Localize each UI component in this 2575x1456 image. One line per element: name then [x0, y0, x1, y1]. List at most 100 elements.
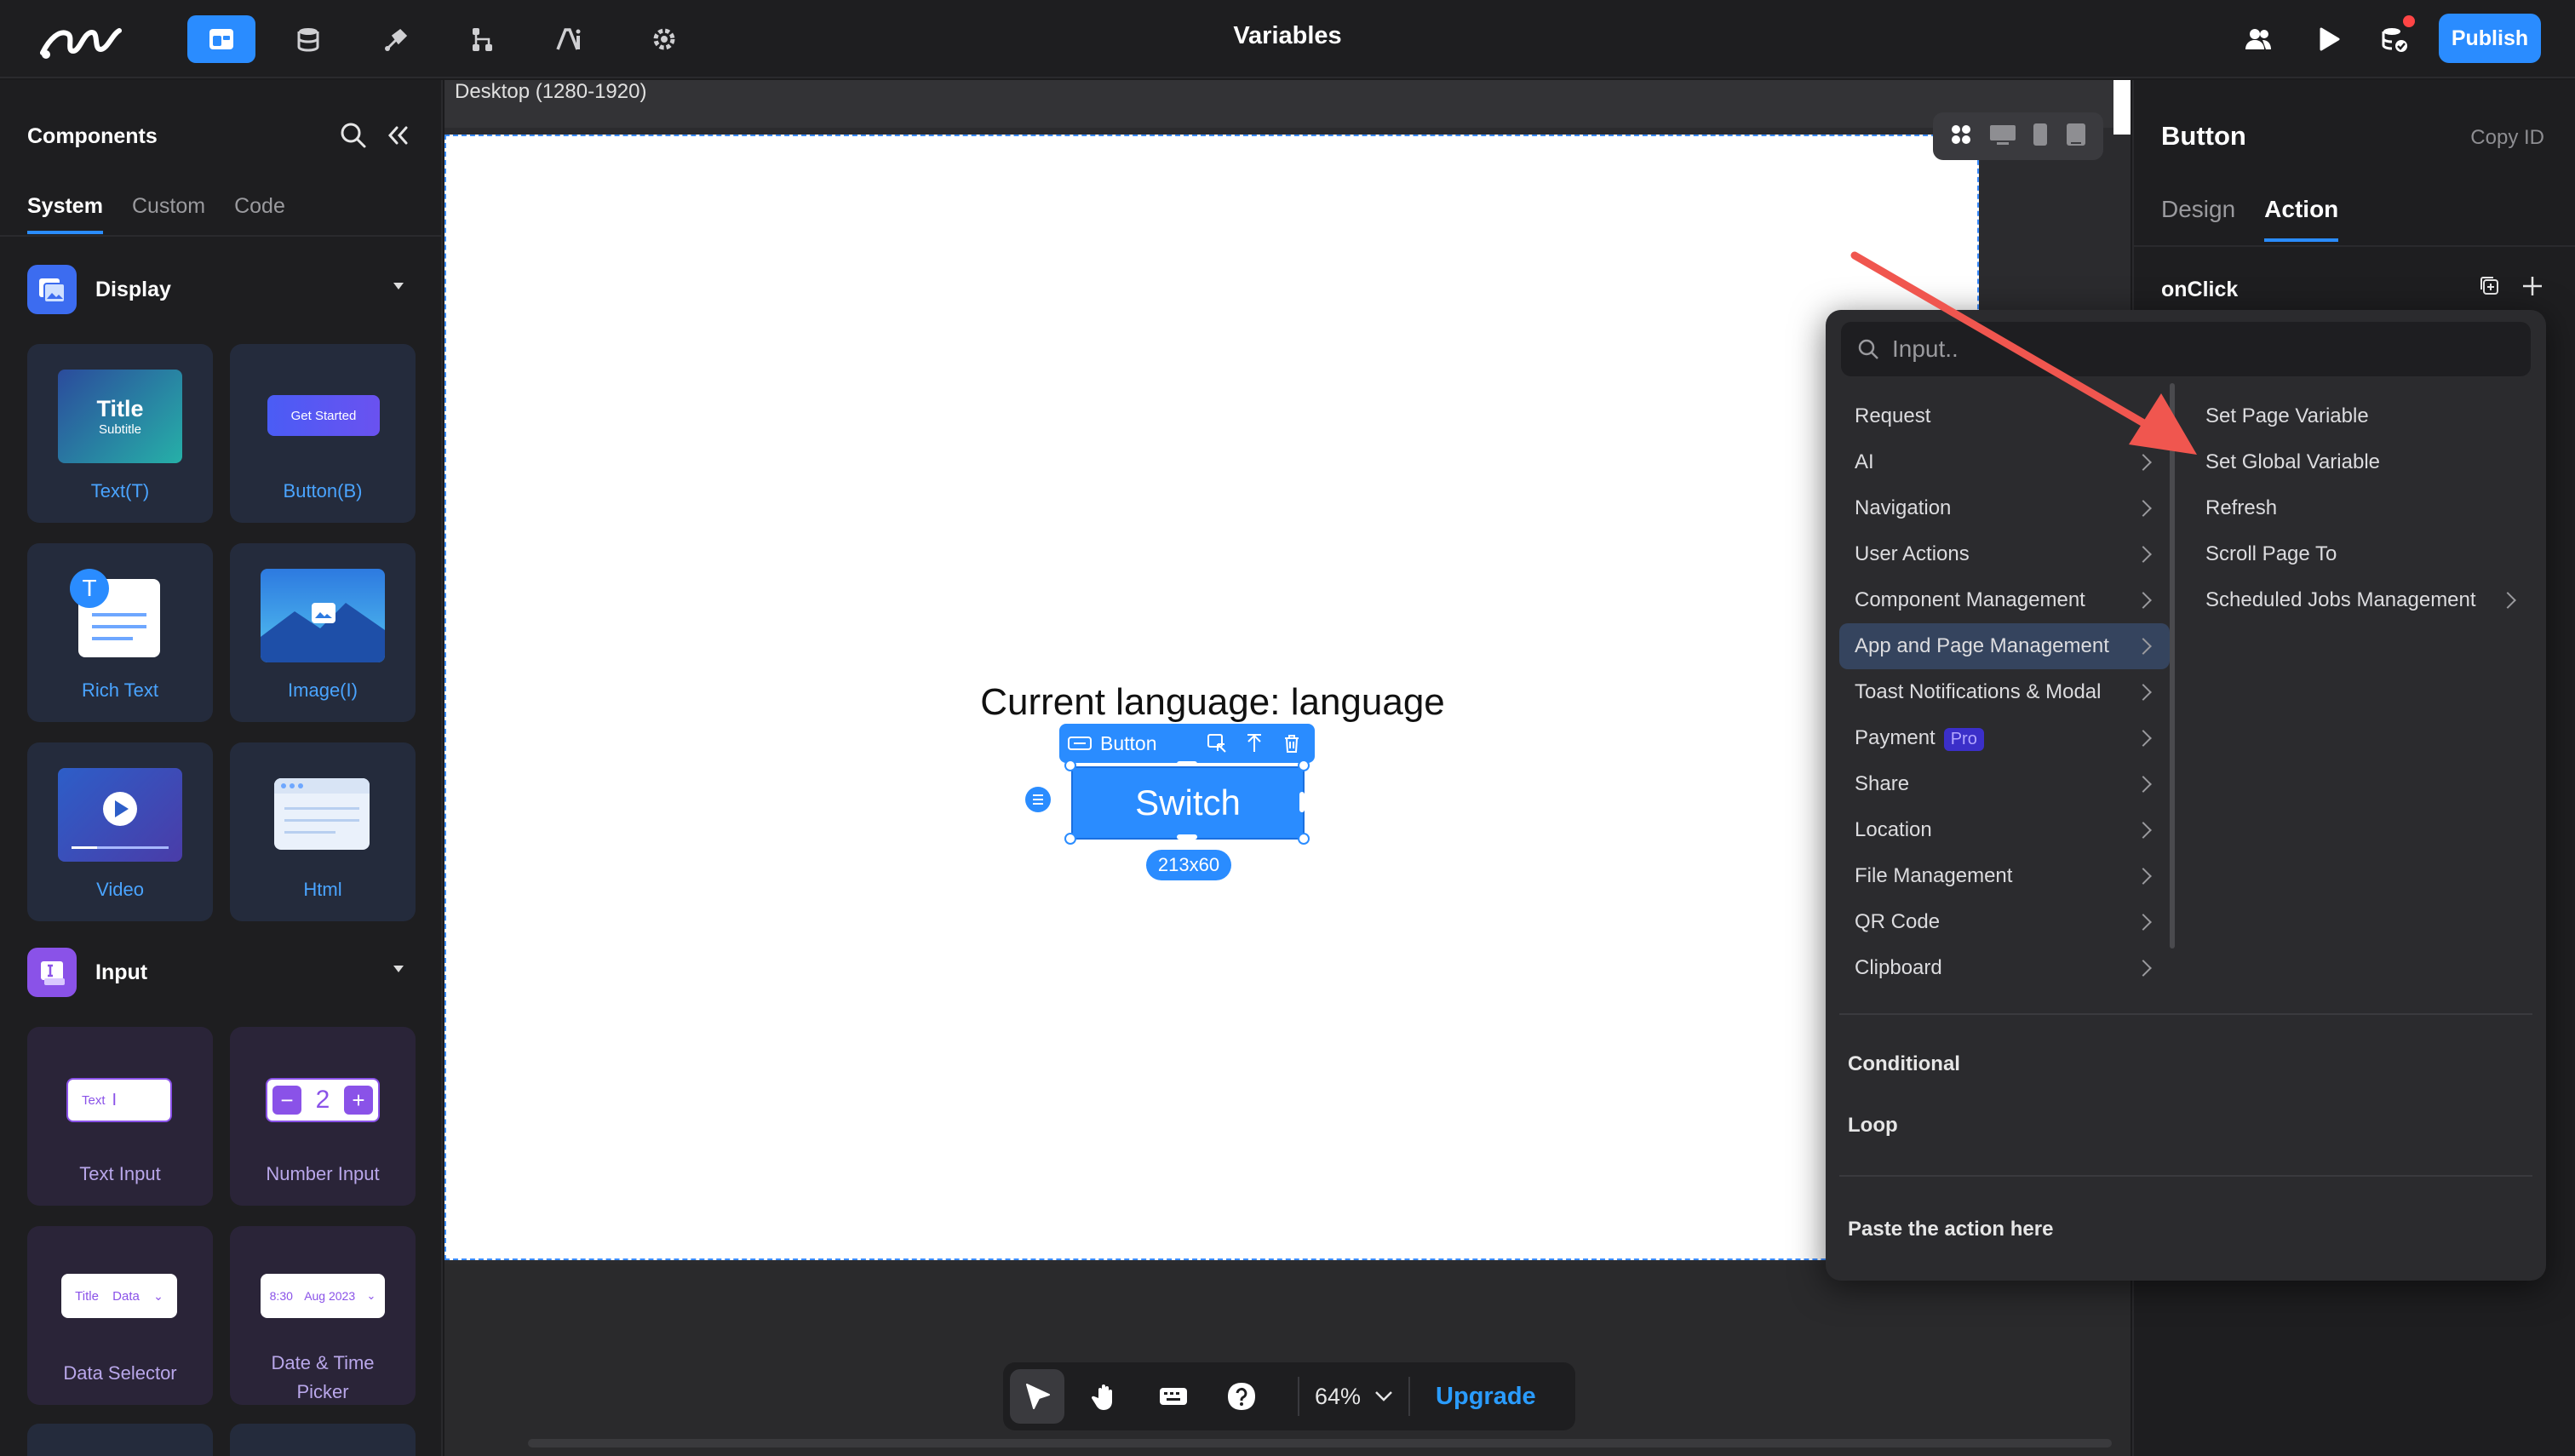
action-search[interactable]	[1841, 322, 2531, 376]
conditional-option[interactable]: Conditional	[1848, 1052, 1960, 1076]
menu-scrollbar[interactable]	[2170, 383, 2175, 949]
card-label: Image(I)	[288, 679, 358, 701]
tab-design[interactable]: Design	[2161, 196, 2235, 242]
submenu-item[interactable]: Scroll Page To	[2192, 531, 2532, 577]
add-action-icon[interactable]	[2521, 274, 2544, 298]
keyboard-icon[interactable]	[1146, 1369, 1201, 1424]
section-input[interactable]: Input	[27, 947, 416, 998]
paste-action-option[interactable]: Paste the action here	[1848, 1218, 2053, 1241]
menu-item[interactable]: Location	[1839, 807, 2170, 853]
menu-item-label-wrap: Request	[1855, 404, 1930, 428]
menu-item-label: App and Page Management	[1855, 634, 2109, 657]
hand-tool-icon[interactable]	[1078, 1369, 1133, 1424]
pages-icon[interactable]	[187, 15, 255, 63]
resize-handle-right[interactable]	[1299, 792, 1305, 812]
menu-item[interactable]: Toast Notifications & Modal	[1839, 669, 2170, 715]
bottom-toolbar: 64% Upgrade	[1003, 1362, 1575, 1430]
tab-code[interactable]: Code	[234, 194, 285, 234]
trash-icon[interactable]	[1281, 732, 1303, 754]
selected-component-toolbar: Button	[1059, 724, 1315, 763]
select-tool-icon[interactable]	[1010, 1369, 1064, 1424]
resize-handle-top[interactable]	[1177, 761, 1197, 766]
popup-divider	[1839, 1175, 2532, 1177]
caret-down-icon[interactable]	[393, 966, 404, 972]
select-parent-icon[interactable]	[1206, 732, 1228, 754]
menu-item-label: Component Management	[1855, 588, 2085, 611]
copy-action-icon[interactable]	[2478, 274, 2502, 298]
resize-handle[interactable]	[1298, 833, 1310, 845]
resize-handle-left[interactable]	[1066, 792, 1071, 812]
resize-handle[interactable]	[1064, 833, 1076, 845]
caret-down-icon[interactable]	[393, 283, 404, 289]
menu-item[interactable]: Clipboard	[1839, 945, 2170, 991]
action-search-input[interactable]	[1892, 335, 2488, 363]
chevron-right-icon	[2135, 500, 2152, 517]
plugin-icon[interactable]	[361, 15, 429, 63]
submenu-item[interactable]: Scheduled Jobs Management	[2192, 577, 2532, 623]
desktop-icon[interactable]	[1988, 122, 2017, 152]
collapse-panel-icon[interactable]	[383, 121, 412, 150]
menu-item[interactable]: QR Code	[1839, 899, 2170, 945]
component-card-html[interactable]: Html	[230, 742, 416, 921]
tab-action[interactable]: Action	[2264, 196, 2339, 242]
component-card-rich-text[interactable]: T Rich Text	[27, 543, 213, 722]
ai-icon[interactable]	[535, 15, 603, 63]
component-card-data-selector[interactable]: Title Data ⌄ Data Selector	[27, 1226, 213, 1405]
menu-item[interactable]: Payment Pro	[1839, 715, 2170, 761]
tab-custom[interactable]: Custom	[132, 194, 205, 234]
menu-item[interactable]: Navigation	[1839, 485, 2170, 531]
mobile-icon[interactable]	[2031, 122, 2050, 152]
move-up-icon[interactable]	[1243, 732, 1265, 754]
workflow-icon[interactable]	[448, 15, 516, 63]
drag-handle-icon[interactable]	[1025, 787, 1051, 812]
component-card-text-input[interactable]: Text I Text Input	[27, 1027, 213, 1206]
menu-item[interactable]: File Management	[1839, 853, 2170, 899]
resize-handle[interactable]	[1064, 760, 1076, 771]
zoom-control[interactable]: 64%	[1315, 1384, 1393, 1410]
section-display[interactable]: Display	[27, 264, 416, 315]
loop-option[interactable]: Loop	[1848, 1114, 1898, 1138]
switch-button[interactable]: Switch	[1071, 766, 1305, 840]
artboard[interactable]: Current language: language Button Switch…	[444, 135, 1979, 1260]
copy-id-button[interactable]: Copy ID	[2470, 126, 2544, 150]
menu-item-label: Clipboard	[1855, 956, 1942, 979]
resize-handle-bottom[interactable]	[1177, 834, 1197, 840]
database-status-icon[interactable]	[2360, 15, 2429, 63]
current-language-text[interactable]: Current language: language	[957, 681, 1468, 724]
toolbar-component-name: Button	[1100, 731, 1157, 754]
preview-play-icon[interactable]	[2294, 15, 2362, 63]
image-thumbnail	[261, 569, 385, 662]
submenu-item[interactable]: Set Global Variable	[2192, 439, 2532, 485]
horizontal-scrollbar[interactable]	[528, 1439, 2112, 1447]
component-card-image[interactable]: Image(I)	[230, 543, 416, 722]
resize-handle[interactable]	[1298, 760, 1310, 771]
tablet-icon[interactable]	[2064, 122, 2088, 152]
grid-view-icon[interactable]	[1948, 122, 1974, 152]
submenu-item[interactable]: Refresh	[2192, 485, 2532, 531]
menu-item[interactable]: App and Page Management	[1839, 623, 2170, 669]
component-card-video[interactable]: Video	[27, 742, 213, 921]
menu-item[interactable]: Component Management	[1839, 577, 2170, 623]
collaborators-icon[interactable]	[2224, 15, 2292, 63]
component-card-text[interactable]: Title Subtitle Text(T)	[27, 344, 213, 523]
menu-item[interactable]: Request	[1839, 393, 2170, 439]
menu-item[interactable]: AI	[1839, 439, 2170, 485]
search-icon[interactable]	[339, 121, 368, 150]
menu-item-label: User Actions	[1855, 542, 1970, 565]
card-label: Text(T)	[90, 480, 150, 502]
menu-item[interactable]: User Actions	[1839, 531, 2170, 577]
menu-item[interactable]: Share	[1839, 761, 2170, 807]
menu-item-label: Navigation	[1855, 496, 1952, 519]
component-card-date-time-picker[interactable]: 8:30 Aug 2023 ⌄ Date & Time Picker	[230, 1226, 416, 1405]
database-icon[interactable]	[274, 15, 342, 63]
component-card-number-input[interactable]: − 2 + Number Input	[230, 1027, 416, 1206]
publish-button[interactable]: Publish	[2439, 14, 2541, 63]
help-icon[interactable]	[1214, 1369, 1269, 1424]
submenu-item[interactable]: Set Page Variable	[2192, 393, 2532, 439]
tab-system[interactable]: System	[27, 194, 103, 234]
input-section-label: Input	[95, 960, 148, 984]
settings-icon[interactable]	[630, 15, 698, 63]
component-card-button[interactable]: Get Started Button(B)	[230, 344, 416, 523]
upgrade-link[interactable]: Upgrade	[1436, 1383, 1536, 1411]
app-logo[interactable]	[34, 14, 128, 65]
